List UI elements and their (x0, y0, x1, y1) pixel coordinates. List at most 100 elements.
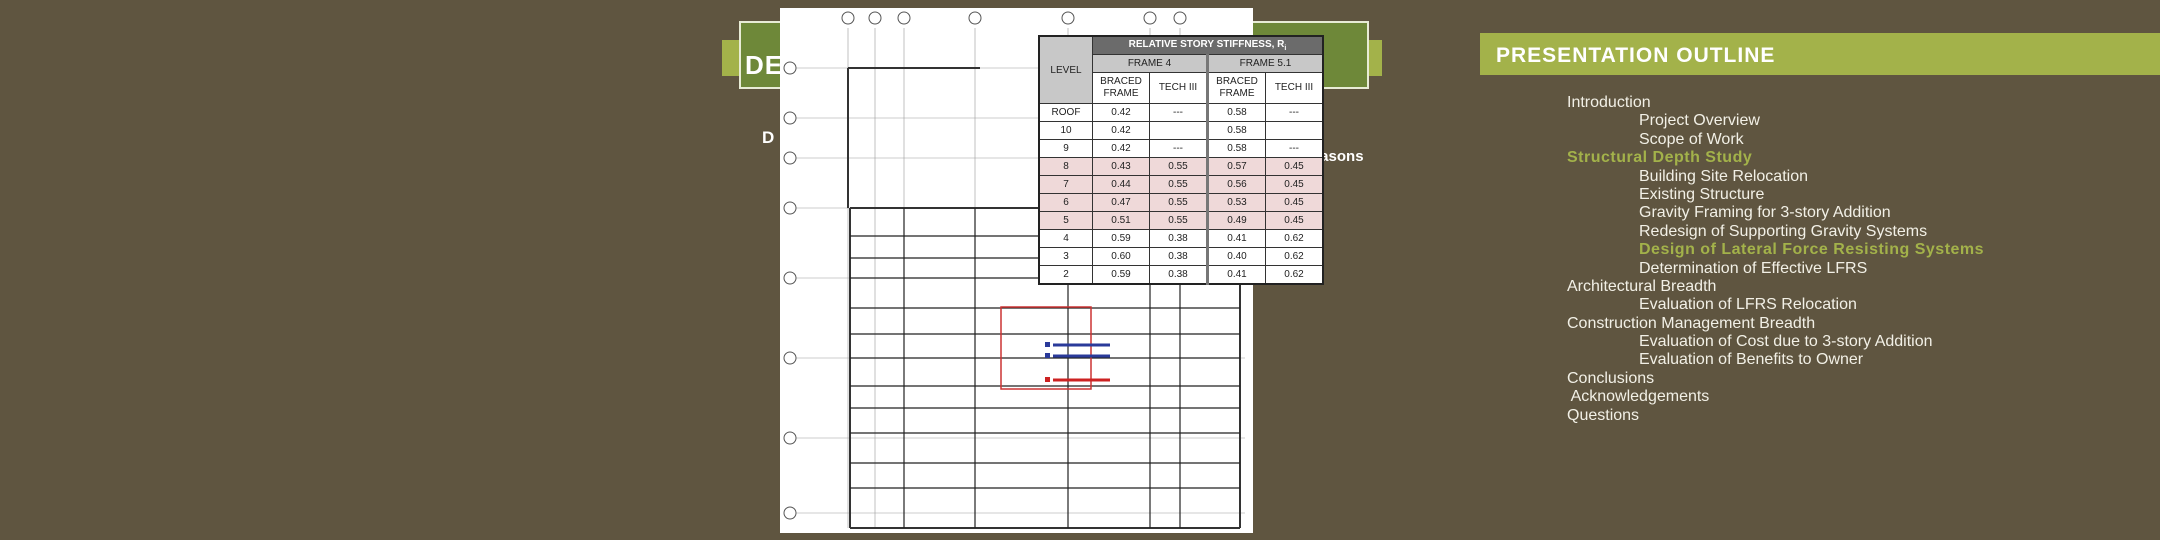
value-cell: 0.55 (1149, 193, 1208, 212)
level-cell: 4 (1038, 229, 1093, 248)
value-cell (1265, 121, 1324, 140)
value-cell: 0.60 (1092, 247, 1150, 266)
outline-item: Construction Management Breadth (1567, 314, 1816, 332)
value-cell: 0.44 (1092, 175, 1150, 194)
lfrs-highlight-box (1000, 306, 1092, 390)
value-cell: 0.42 (1092, 139, 1150, 158)
value-cell: 0.56 (1206, 175, 1266, 194)
outline-item: Evaluation of Cost due to 3-story Additi… (1639, 333, 1933, 351)
level-cell: ROOF (1038, 103, 1093, 122)
value-cell: 0.38 (1149, 265, 1208, 285)
value-cell: 0.58 (1206, 103, 1266, 122)
outline-list: Introduction Project Overview Scope of Wor… (1567, 94, 1984, 425)
value-cell: 0.62 (1265, 265, 1324, 285)
grid-bubble (783, 111, 797, 125)
value-cell: 0.49 (1206, 211, 1266, 230)
table-row: 3 0.60 0.38 0.40 0.62 (1038, 247, 1324, 266)
grid-bubble (968, 11, 982, 25)
value-cell: 0.51 (1092, 211, 1150, 230)
table-row: 7 0.44 0.55 0.56 0.45 (1038, 175, 1324, 194)
grid-bubble (783, 506, 797, 520)
value-cell: 0.47 (1092, 193, 1150, 212)
table-row: ROOF 0.42 --- 0.58 --- (1038, 103, 1324, 122)
value-cell: 0.62 (1265, 229, 1324, 248)
value-cell: 0.43 (1092, 157, 1150, 176)
value-cell: --- (1265, 139, 1324, 158)
legend-marker (1045, 377, 1050, 382)
level-cell: 5 (1038, 211, 1093, 230)
grid-bubble (1143, 11, 1157, 25)
grid-bubble (1061, 11, 1075, 25)
value-cell: --- (1265, 103, 1324, 122)
left-slide-title: DE (745, 50, 784, 80)
table-row: 9 0.42 --- 0.58 --- (1038, 139, 1324, 158)
group-header-frame-5-1: FRAME 5.1 (1206, 54, 1324, 73)
grid-bubble (783, 201, 797, 215)
level-cell: 9 (1038, 139, 1093, 158)
outline-item: Project Overview (1639, 112, 1760, 130)
value-cell: 0.59 (1092, 229, 1150, 248)
outline-item: Architectural Breadth (1567, 277, 1717, 295)
value-cell (1149, 121, 1208, 140)
outline-item: Structural Depth Study (1567, 149, 1753, 167)
outline-item: Building Site Relocation (1639, 167, 1808, 185)
value-cell: 0.40 (1206, 247, 1266, 266)
subheader: TECH III (1265, 72, 1324, 104)
value-cell: 0.55 (1149, 211, 1208, 230)
value-cell: 0.42 (1092, 121, 1150, 140)
outline-item: Introduction (1567, 94, 1651, 111)
level-cell: 8 (1038, 157, 1093, 176)
grid-bubble (783, 61, 797, 75)
grid-bubble (841, 11, 855, 25)
level-cell: 3 (1038, 247, 1093, 266)
left-slide-subtitle: D (762, 128, 777, 147)
grid-bubble (783, 271, 797, 285)
subheader: TECH III (1149, 72, 1208, 104)
value-cell: 0.55 (1149, 175, 1208, 194)
grid-bubble (868, 11, 882, 25)
value-cell: 0.45 (1265, 211, 1324, 230)
value-cell: 0.59 (1092, 265, 1150, 285)
legend-marker (1045, 342, 1050, 347)
level-cell: 2 (1038, 265, 1093, 285)
value-cell: 0.45 (1265, 175, 1324, 194)
outline-item: Conclusions (1567, 369, 1655, 387)
value-cell: 0.38 (1149, 247, 1208, 266)
value-cell: 0.53 (1206, 193, 1266, 212)
grid-bubble (783, 431, 797, 445)
table-row: 6 0.47 0.55 0.53 0.45 (1038, 193, 1324, 212)
table-title: RELATIVE STORY STIFFNESS, Ri (1092, 35, 1324, 55)
value-cell: 0.38 (1149, 229, 1208, 248)
table-row: 5 0.51 0.55 0.49 0.45 (1038, 211, 1324, 230)
value-cell: 0.55 (1149, 157, 1208, 176)
value-cell: 0.45 (1265, 157, 1324, 176)
grid-bubble (897, 11, 911, 25)
outline-item: Design of Lateral Force Resisting System… (1639, 241, 1985, 259)
outline-item: Redesign of Supporting Gravity Systems (1639, 222, 1928, 240)
table-row: 10 0.42 0.58 (1038, 121, 1324, 140)
outline-item: Questions (1567, 406, 1640, 424)
table-row: 2 0.59 0.38 0.41 0.62 (1038, 265, 1324, 285)
outline-item: Gravity Framing for 3-story Addition (1639, 204, 1891, 222)
outline-title: PRESENTATION OUTLINE (1496, 44, 1776, 67)
grid-bubble (783, 151, 797, 165)
value-cell: 0.57 (1206, 157, 1266, 176)
outline-item: Scope of Work (1639, 130, 1744, 148)
relative-story-stiffness-table: LEVEL RELATIVE STORY STIFFNESS, Ri FRAME… (1038, 35, 1324, 285)
value-cell: --- (1149, 103, 1208, 122)
outline-item: Evaluation of LFRS Relocation (1639, 296, 1857, 314)
level-cell: 10 (1038, 121, 1093, 140)
value-cell: 0.58 (1206, 121, 1266, 140)
table-row: 8 0.43 0.55 0.57 0.45 (1038, 157, 1324, 176)
subheader: BRACED FRAME (1092, 72, 1150, 104)
legend-marker (1045, 353, 1050, 358)
table-row: 4 0.59 0.38 0.41 0.62 (1038, 229, 1324, 248)
value-cell: 0.45 (1265, 193, 1324, 212)
grid-bubble (1173, 11, 1187, 25)
value-cell: 0.41 (1206, 229, 1266, 248)
group-header-frame-4: FRAME 4 (1092, 54, 1208, 73)
level-cell: 7 (1038, 175, 1093, 194)
level-header: LEVEL (1038, 35, 1093, 104)
value-cell: 0.58 (1206, 139, 1266, 158)
subheader: BRACED FRAME (1206, 72, 1266, 104)
